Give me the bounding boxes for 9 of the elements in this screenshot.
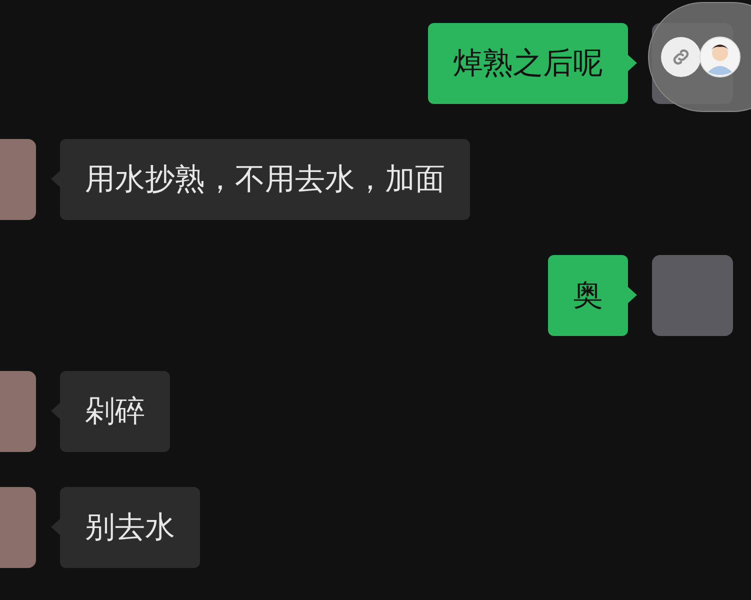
link-icon[interactable] — [661, 37, 701, 77]
floating-window-menu[interactable] — [648, 2, 751, 112]
bubble-tail — [51, 170, 61, 188]
bubble-tail — [627, 286, 637, 304]
avatar-photo-placeholder[interactable] — [652, 255, 733, 336]
bubble-tail — [627, 54, 637, 72]
avatar-icon[interactable] — [699, 36, 741, 78]
bubble-tail — [51, 518, 61, 536]
bubble-tail — [51, 402, 61, 420]
